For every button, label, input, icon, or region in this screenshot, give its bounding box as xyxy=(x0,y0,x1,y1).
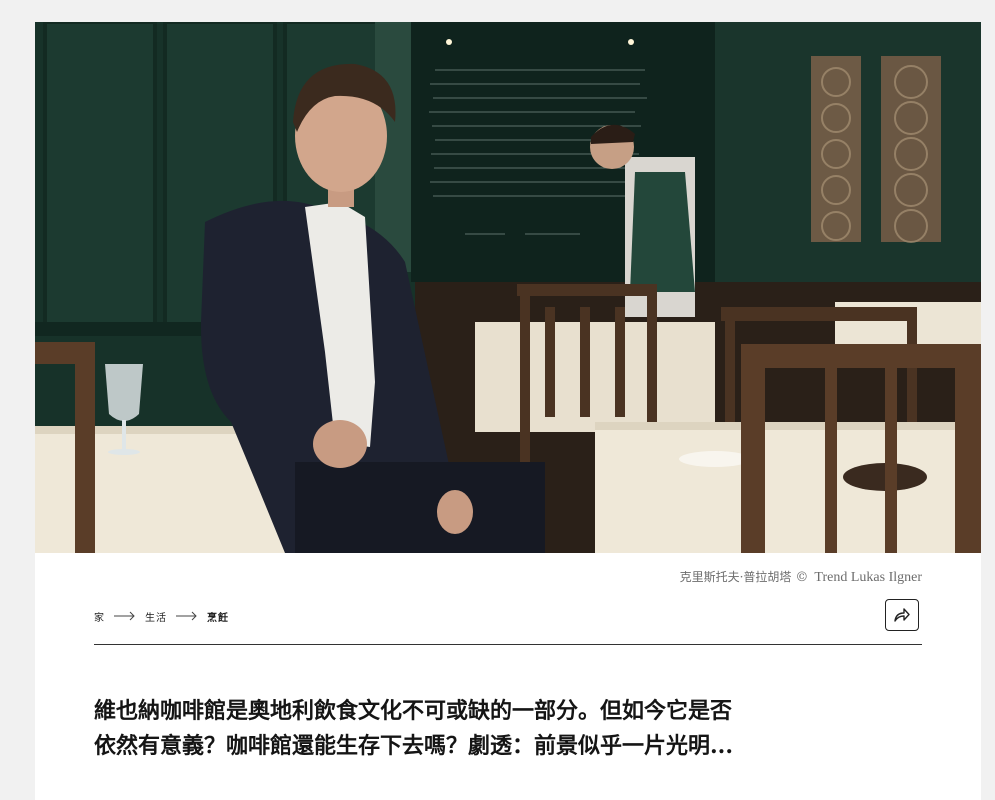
article-lead: 維也納咖啡館是奧地利飲食文化不可或缺的一部分。但如今它是否 依然有意義？咖啡館還… xyxy=(94,694,794,764)
divider xyxy=(94,644,922,645)
arrow-right-icon xyxy=(176,611,197,621)
photo-credit-names: 克里斯托夫·普拉胡塔 xyxy=(679,570,792,584)
arrow-right-icon xyxy=(114,611,135,621)
share-button[interactable] xyxy=(885,599,919,631)
article-lead-line-1: 維也納咖啡館是奧地利飲食文化不可或缺的一部分。但如今它是否 xyxy=(94,698,733,724)
copyright-symbol: © xyxy=(795,570,809,585)
breadcrumb-life[interactable]: 生活 xyxy=(145,609,167,624)
breadcrumb: 家 生活 烹飪 xyxy=(94,608,229,624)
share-arrow-icon xyxy=(894,608,910,622)
hero-photo xyxy=(35,22,981,553)
article-lead-line-2: 依然有意義？咖啡館還能生存下去嗎？劇透：前景似乎一片光明... xyxy=(94,733,733,759)
photo-caption: 克里斯托夫·普拉胡塔 © Trend Lukas Ilgner xyxy=(680,568,922,586)
breadcrumb-home[interactable]: 家 xyxy=(94,609,105,624)
breadcrumb-cooking[interactable]: 烹飪 xyxy=(207,609,229,624)
article-card: 克里斯托夫·普拉胡塔 © Trend Lukas Ilgner 家 生活 烹飪 維也… xyxy=(35,22,981,800)
photo-credit-agency: Trend Lukas Ilgner xyxy=(814,570,922,585)
